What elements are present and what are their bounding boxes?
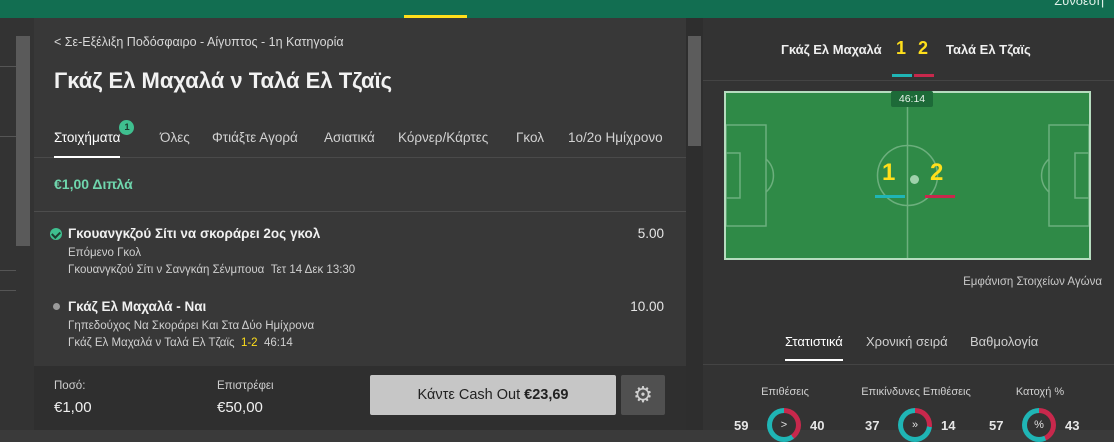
stat-ring: % bbox=[1022, 408, 1056, 442]
home-color-bar bbox=[875, 195, 905, 198]
stat-home-value: 37 bbox=[865, 418, 880, 433]
main-scrollbar[interactable] bbox=[686, 18, 703, 430]
bets-count-badge: 1 bbox=[119, 120, 135, 135]
stat-ring: > bbox=[767, 408, 801, 442]
tab-goals[interactable]: Γκολ bbox=[516, 130, 544, 145]
tab-label: Στοιχήματα bbox=[54, 130, 121, 145]
divider bbox=[0, 136, 16, 137]
ball-position-icon bbox=[910, 175, 919, 184]
scrollbar-thumb[interactable] bbox=[688, 36, 701, 146]
tab-statistics[interactable]: Στατιστικά bbox=[785, 334, 843, 361]
selection-event: Γκουανγκζού Σίτι ν Σανγκάη Σένμπουα Τετ … bbox=[68, 264, 355, 276]
percent-icon: % bbox=[1027, 413, 1051, 437]
divider bbox=[34, 211, 686, 212]
selection-name: Γκουανγκζού Σίτι να σκοράρει 2ος γκολ bbox=[68, 226, 321, 241]
chevron-right-icon: > bbox=[772, 413, 796, 437]
match-tracker-panel: Γκάζ Ελ Μαχαλά 1 2 Ταλά Ελ Τζαϊς 46:14 1… bbox=[703, 18, 1114, 442]
returns-label: Επιστρέφει bbox=[217, 380, 274, 392]
tab-halves[interactable]: 1ο/2ο Ημίχρονο bbox=[568, 130, 663, 145]
tab-corners-cards[interactable]: Κόρνερ/Κάρτες bbox=[398, 130, 488, 145]
bet-type-label: €1,00 Διπλά bbox=[54, 176, 133, 192]
selection-event: Γκάζ Ελ Μαχαλά ν Ταλά Ελ Τζαϊς 1-2 46:14 bbox=[68, 337, 293, 349]
away-color-bar bbox=[925, 195, 955, 198]
pending-dot-icon bbox=[53, 303, 60, 310]
event-time: Τετ 14 Δεκ 13:30 bbox=[270, 264, 356, 276]
cash-out-label: Κάντε Cash Out bbox=[417, 387, 521, 403]
divider bbox=[703, 364, 1114, 365]
home-color-bar bbox=[892, 74, 912, 77]
pitch-home-score: 1 bbox=[882, 159, 896, 186]
event-name: Γκάζ Ελ Μαχαλά ν Ταλά Ελ Τζαϊς bbox=[68, 337, 235, 349]
away-color-bar bbox=[914, 74, 934, 77]
stat-label: Επιθέσεις bbox=[761, 386, 809, 398]
cash-out-button[interactable]: Κάντε Cash Out €23,69 bbox=[370, 375, 616, 415]
tab-build-market[interactable]: Φτιάξτε Αγορά bbox=[212, 130, 298, 145]
show-match-details-link[interactable]: Εμφάνιση Στοιχείων Αγώνα bbox=[963, 276, 1102, 288]
cash-out-settings-button[interactable]: ⚙ bbox=[621, 375, 665, 415]
tab-all[interactable]: Όλες bbox=[160, 130, 190, 145]
tab-timeline[interactable]: Χρονική σειρά bbox=[866, 334, 948, 349]
selection-name: Γκάζ Ελ Μαχαλά - Ναι bbox=[68, 299, 207, 314]
tab-bets[interactable]: Στοιχήματα 1 bbox=[54, 120, 135, 158]
stat-away-value: 43 bbox=[1065, 418, 1080, 433]
tab-asian[interactable]: Ασιατικά bbox=[324, 130, 375, 145]
stat-away-value: 14 bbox=[941, 418, 956, 433]
left-scrollbar[interactable] bbox=[16, 36, 30, 246]
home-score: 1 bbox=[896, 38, 907, 58]
stat-away-value: 40 bbox=[810, 418, 825, 433]
divider bbox=[703, 80, 1114, 81]
gear-icon: ⚙ bbox=[633, 382, 653, 407]
divider bbox=[0, 66, 16, 67]
live-score: 1-2 bbox=[240, 337, 258, 349]
page-title: Γκάζ Ελ Μαχαλά ν Ταλά Ελ Τζαϊς bbox=[54, 68, 393, 93]
cash-out-amount: €23,69 bbox=[524, 387, 569, 403]
stat-label: Κατοχή % bbox=[1015, 386, 1065, 398]
home-team-name: Γκάζ Ελ Μαχαλά bbox=[781, 42, 882, 57]
event-time: 46:14 bbox=[263, 337, 293, 349]
pitch-lines bbox=[726, 93, 1089, 258]
pitch-away-score: 2 bbox=[930, 159, 944, 186]
breadcrumb[interactable]: < Σε-Εξέλιξη Ποδόσφαιρο - Αίγυπτος - 1η … bbox=[54, 35, 344, 49]
tab-standings[interactable]: Βαθμολογία bbox=[970, 334, 1038, 349]
double-chevron-icon: » bbox=[903, 413, 927, 437]
returns-value: €50,00 bbox=[217, 399, 263, 416]
stake-label: Ποσό: bbox=[54, 380, 86, 392]
selection-market: Γηπεδούχος Να Σκοράρει Και Στα Δύο Ημίχρ… bbox=[68, 320, 315, 332]
selection-odds: 10.00 bbox=[630, 299, 664, 314]
divider bbox=[0, 270, 16, 271]
match-clock: 46:14 bbox=[891, 91, 933, 107]
away-score: 2 bbox=[918, 38, 929, 58]
login-link[interactable]: Σύνδεση bbox=[1054, 0, 1104, 8]
selection-market: Επόμενο Γκολ bbox=[68, 247, 141, 259]
stake-value: €1,00 bbox=[54, 399, 92, 416]
divider bbox=[0, 290, 16, 291]
event-name: Γκουανγκζού Σίτι ν Σανγκάη Σένμπουα bbox=[68, 264, 265, 276]
market-tabs: Στοιχήματα 1 Όλες Φτιάξτε Αγορά Ασιατικά… bbox=[34, 118, 686, 158]
selection-odds: 5.00 bbox=[637, 226, 664, 241]
stat-home-value: 57 bbox=[989, 418, 1004, 433]
pitch-visualization: 46:14 1 2 bbox=[724, 91, 1091, 260]
bet-detail-panel: < Σε-Εξέλιξη Ποδόσφαιρο - Αίγυπτος - 1η … bbox=[34, 18, 686, 430]
stat-label: Επικίνδυνες Επιθέσεις bbox=[861, 386, 971, 398]
top-navigation-bar: Σύνδεση bbox=[0, 0, 1114, 18]
left-panel-edge bbox=[0, 18, 34, 430]
stat-home-value: 59 bbox=[734, 418, 749, 433]
bet-footer: Ποσό: €1,00 Επιστρέφει €50,00 Κάντε Cash… bbox=[34, 366, 686, 430]
stat-ring: » bbox=[898, 408, 932, 442]
away-team-name: Ταλά Ελ Τζαϊς bbox=[946, 42, 1031, 57]
check-circle-icon bbox=[50, 228, 62, 240]
